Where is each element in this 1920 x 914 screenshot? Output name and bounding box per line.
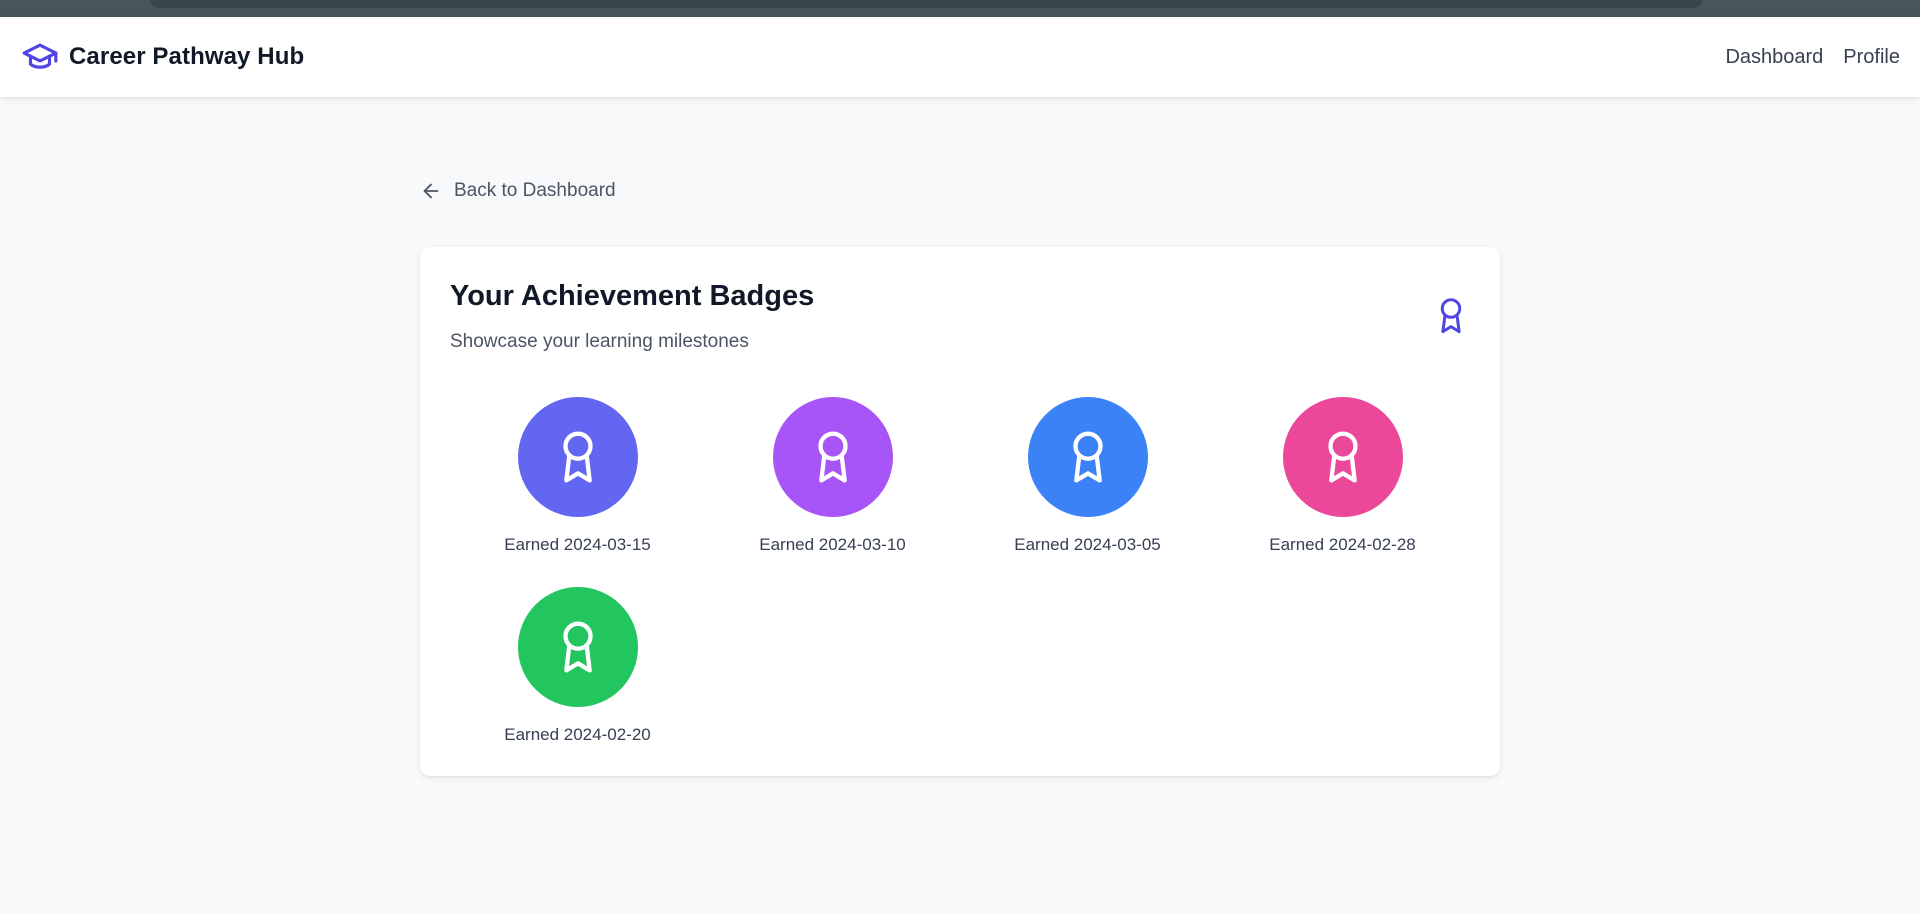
award-icon bbox=[558, 429, 598, 485]
browser-address-bar[interactable] bbox=[150, 0, 1702, 8]
badge-earned-date: Earned 2024-02-28 bbox=[1269, 535, 1416, 554]
brand-name: Career Pathway Hub bbox=[69, 43, 305, 70]
badge-earned-date: Earned 2024-03-10 bbox=[759, 535, 906, 554]
card-title: Your Achievement Badges bbox=[450, 280, 815, 312]
badge-earned-date: Earned 2024-03-05 bbox=[1014, 535, 1161, 554]
badge-circle bbox=[772, 397, 893, 517]
badge-circle bbox=[517, 397, 638, 517]
brand-home-link[interactable]: Career Pathway Hub bbox=[21, 41, 304, 73]
badge-item[interactable]: Earned 2024-02-28 bbox=[1215, 397, 1470, 555]
nav-link-profile[interactable]: Profile bbox=[1843, 46, 1900, 69]
award-icon bbox=[1323, 429, 1363, 485]
award-icon bbox=[1436, 295, 1466, 337]
back-to-dashboard-link[interactable]: Back to Dashboard bbox=[420, 180, 616, 202]
graduation-cap-icon bbox=[21, 41, 59, 73]
main-nav: Dashboard Profile bbox=[1725, 46, 1900, 69]
arrow-left-icon bbox=[420, 180, 442, 202]
badge-earned-date: Earned 2024-02-20 bbox=[504, 725, 651, 744]
nav-link-dashboard[interactable]: Dashboard bbox=[1725, 46, 1823, 69]
badge-earned-date: Earned 2024-03-15 bbox=[504, 535, 651, 554]
top-navigation-bar: Career Pathway Hub Dashboard Profile bbox=[0, 17, 1920, 97]
back-link-label: Back to Dashboard bbox=[454, 180, 616, 201]
badge-circle bbox=[517, 587, 638, 707]
badge-grid: Earned 2024-03-15 Earned 2024-03-10 Earn… bbox=[450, 397, 1470, 745]
browser-chrome-strip bbox=[0, 0, 1920, 17]
badge-item[interactable]: Earned 2024-03-05 bbox=[960, 397, 1215, 555]
achievement-badges-card: Your Achievement Badges Showcase your le… bbox=[420, 247, 1500, 776]
badge-item[interactable]: Earned 2024-03-10 bbox=[705, 397, 960, 555]
card-subtitle: Showcase your learning milestones bbox=[450, 331, 749, 352]
award-icon bbox=[813, 429, 853, 485]
badge-item[interactable]: Earned 2024-03-15 bbox=[450, 397, 705, 555]
award-icon bbox=[1068, 429, 1108, 485]
award-icon bbox=[558, 619, 598, 675]
badge-circle bbox=[1282, 397, 1403, 517]
badge-circle bbox=[1027, 397, 1148, 517]
badge-item[interactable]: Earned 2024-02-20 bbox=[450, 587, 705, 745]
